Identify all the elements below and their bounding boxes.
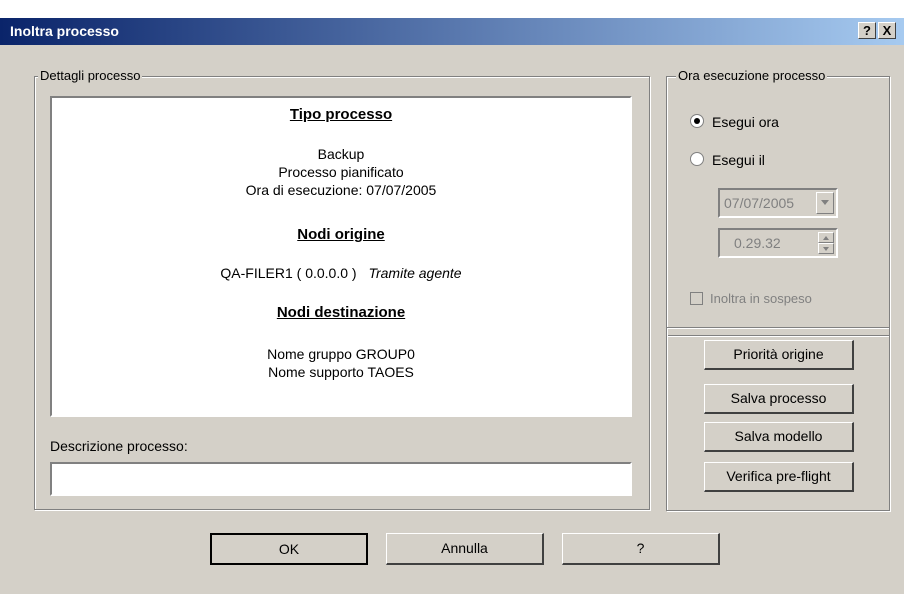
ok-button[interactable]: OK bbox=[210, 533, 368, 565]
destination-line: Nome gruppo GROUP0 bbox=[267, 346, 415, 362]
date-picker[interactable]: 07/07/2005 bbox=[718, 188, 838, 218]
details-group-title: Dettagli processo bbox=[38, 68, 143, 83]
time-down-button[interactable] bbox=[818, 243, 834, 254]
window-title: Inoltra processo bbox=[10, 23, 119, 39]
submit-on-hold-checkbox[interactable] bbox=[690, 292, 703, 305]
date-value: 07/07/2005 bbox=[724, 195, 795, 211]
save-template-button[interactable]: Salva modello bbox=[704, 422, 854, 452]
top-strip bbox=[0, 0, 904, 18]
preflight-check-button[interactable]: Verifica pre-flight bbox=[704, 462, 854, 492]
arrow-down-icon bbox=[823, 247, 829, 251]
time-spinner[interactable]: 0.29.32 bbox=[718, 228, 838, 258]
run-at-label[interactable]: Esegui il bbox=[712, 152, 765, 168]
destination-line: Nome supporto TAOES bbox=[268, 364, 414, 380]
submit-job-dialog: Inoltra processo ? X Dettagli processo T… bbox=[0, 18, 904, 594]
chevron-down-icon bbox=[821, 200, 829, 205]
run-now-label[interactable]: Esegui ora bbox=[712, 114, 779, 130]
source-nodes-heading: Nodi origine bbox=[297, 226, 385, 243]
source-node: QA-FILER1 ( 0.0.0.0 ) bbox=[220, 265, 357, 281]
exec-time-group-title: Ora esecuzione processo bbox=[676, 68, 828, 83]
source-node-line: QA-FILER1 ( 0.0.0.0 ) Tramite agente bbox=[52, 265, 630, 281]
title-bar: Inoltra processo ? X bbox=[0, 18, 904, 45]
date-dropdown-button[interactable] bbox=[816, 192, 834, 214]
job-details-panel: Tipo processo Backup Processo pianificat… bbox=[50, 96, 632, 417]
close-title-button[interactable]: X bbox=[878, 22, 896, 39]
job-type-line: Backup bbox=[317, 146, 365, 162]
description-label: Descrizione processo: bbox=[50, 438, 188, 454]
help-title-button[interactable]: ? bbox=[858, 22, 876, 39]
radio-selected-dot bbox=[694, 118, 700, 124]
run-now-radio[interactable] bbox=[690, 114, 704, 128]
destination-nodes-heading: Nodi destinazione bbox=[276, 304, 406, 321]
source-priority-button[interactable]: Priorità origine bbox=[704, 340, 854, 370]
help-button[interactable]: ? bbox=[562, 533, 720, 565]
time-value: 0.29.32 bbox=[734, 235, 781, 251]
cancel-button[interactable]: Annulla bbox=[386, 533, 544, 565]
run-at-radio[interactable] bbox=[690, 152, 704, 166]
job-type-line: Ora di esecuzione: 07/07/2005 bbox=[245, 182, 437, 198]
time-up-button[interactable] bbox=[818, 232, 834, 243]
job-type-heading: Tipo processo bbox=[289, 106, 393, 123]
save-job-button[interactable]: Salva processo bbox=[704, 384, 854, 414]
submit-on-hold-label: Inoltra in sospeso bbox=[710, 291, 812, 306]
job-type-line: Processo pianificato bbox=[278, 164, 404, 180]
arrow-up-icon bbox=[823, 236, 829, 240]
source-via: Tramite agente bbox=[368, 265, 462, 281]
description-input[interactable] bbox=[50, 462, 632, 496]
